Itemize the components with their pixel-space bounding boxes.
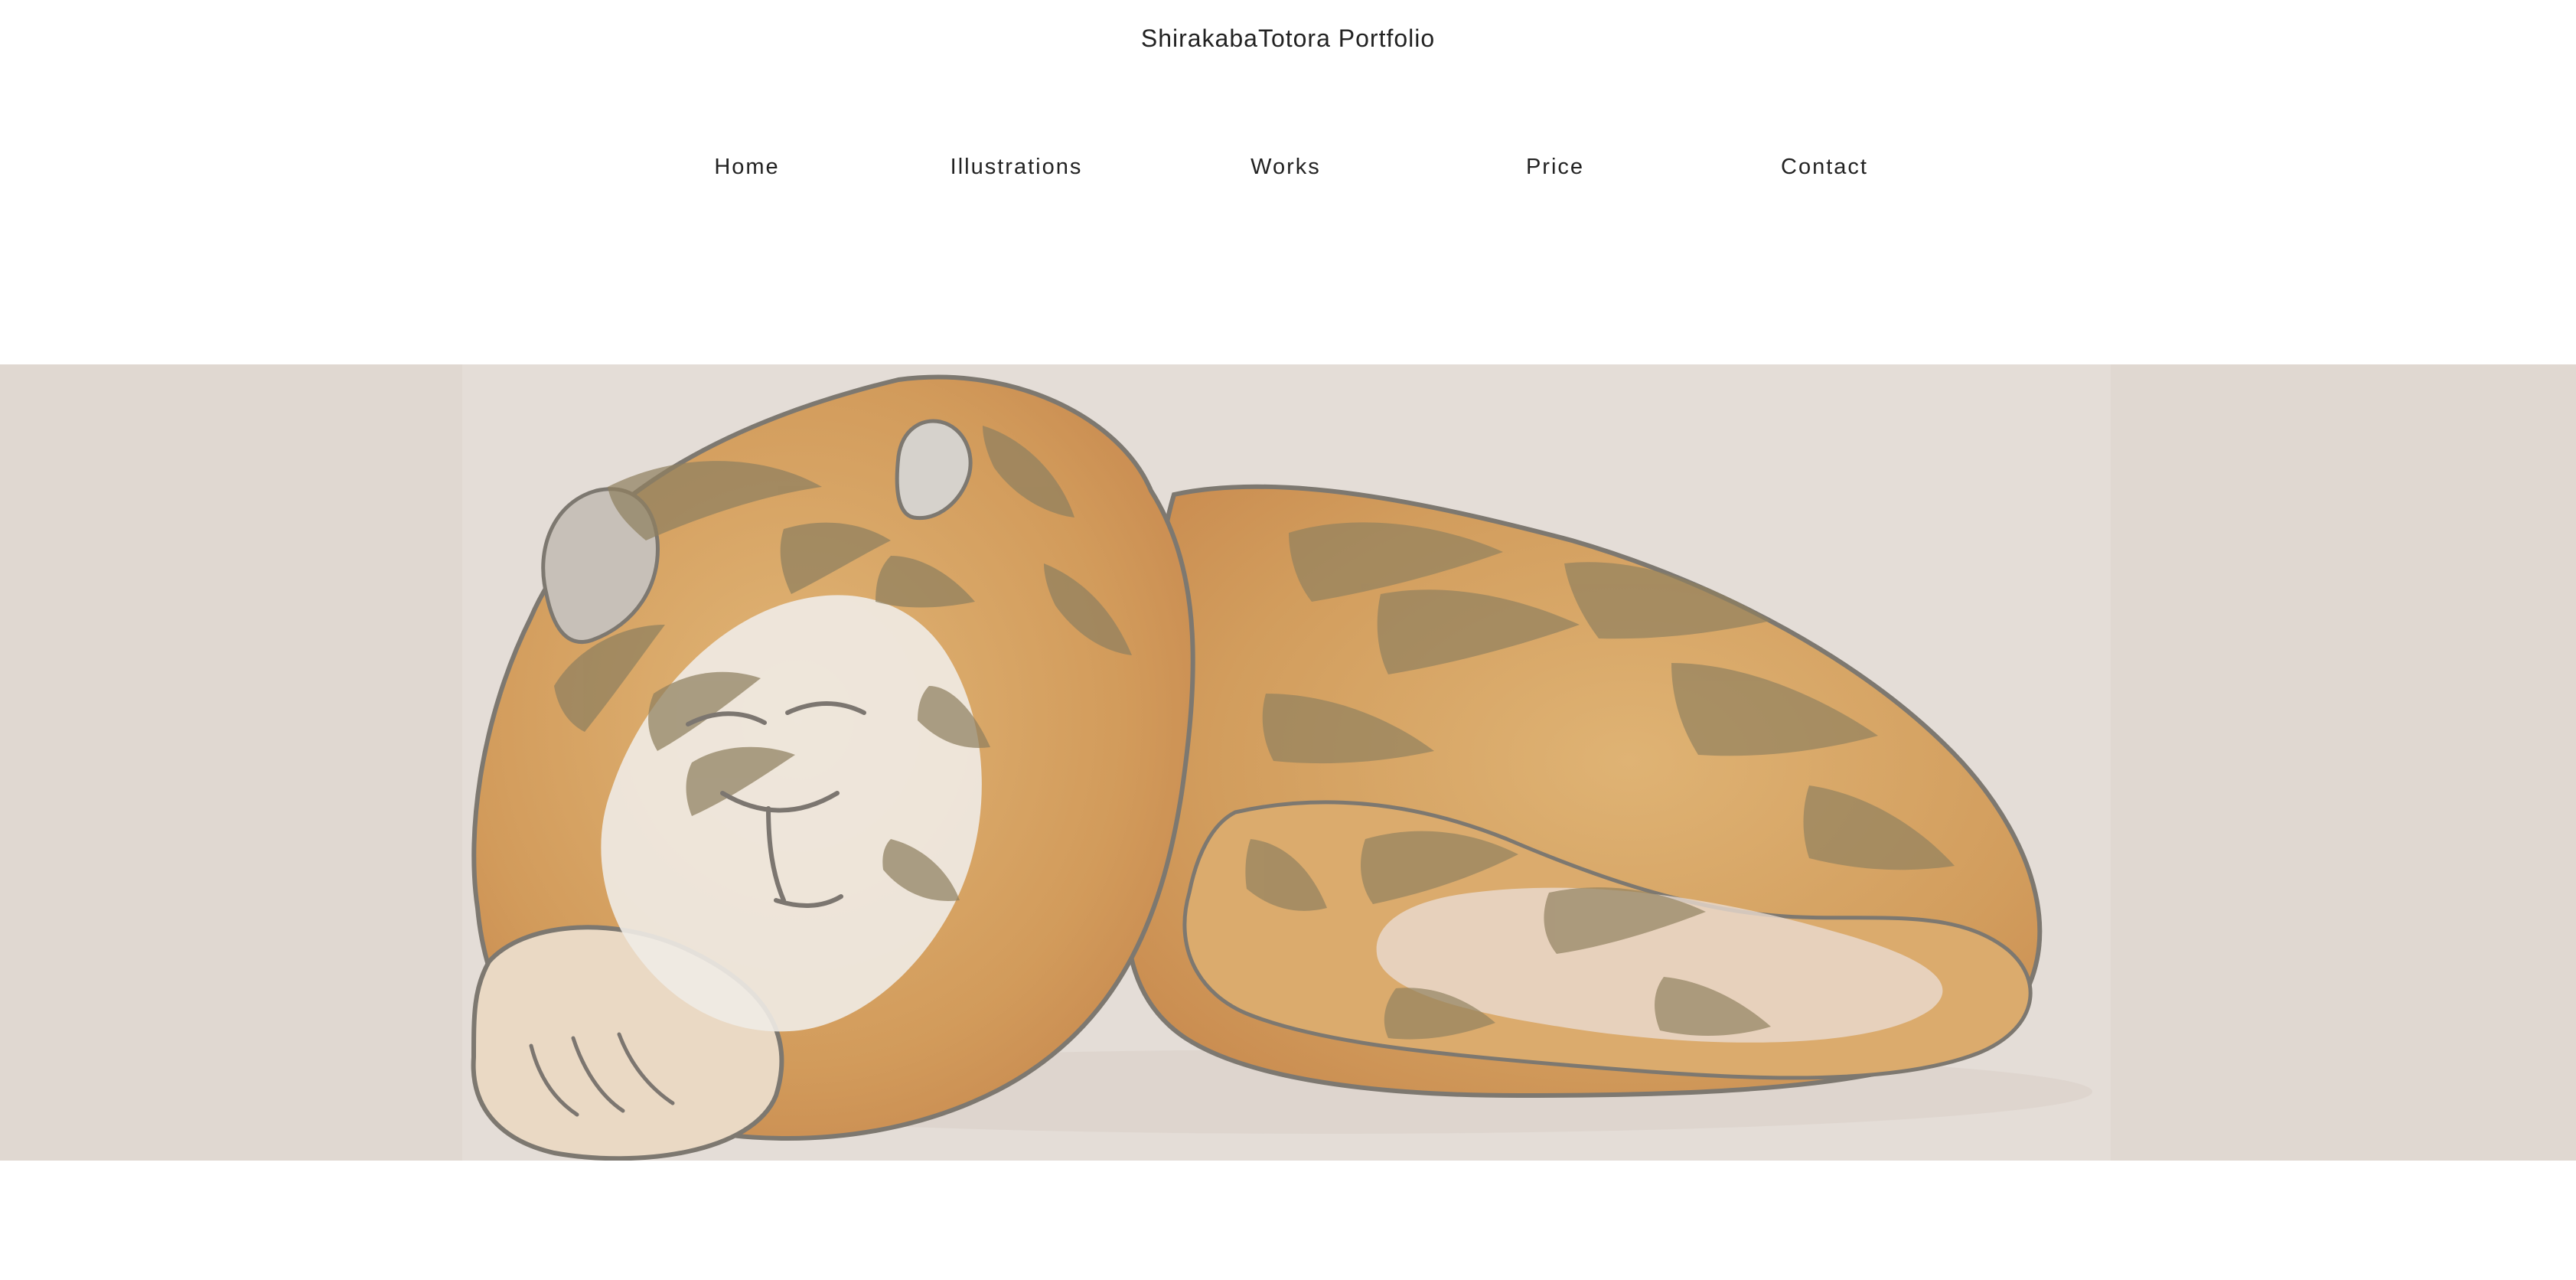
site-title[interactable]: ShirakabaTotora Portfolio [0, 21, 2576, 55]
nav-price[interactable]: Price [1456, 149, 1655, 185]
nav-contact[interactable]: Contact [1725, 149, 1924, 185]
nav-works[interactable]: Works [1186, 149, 1385, 185]
main-nav: Home Illustrations Works Price Contact [0, 149, 2576, 185]
nav-home[interactable]: Home [647, 149, 846, 185]
page-bottom-space [0, 1161, 2576, 1280]
hero-tiger-illustration [462, 364, 2111, 1161]
sleeping-tiger-illustration [471, 374, 2092, 1161]
hero-banner [0, 364, 2576, 1161]
nav-illustrations[interactable]: Illustrations [917, 149, 1116, 185]
site-header: ShirakabaTotora Portfolio Home Illustrat… [0, 0, 2576, 364]
